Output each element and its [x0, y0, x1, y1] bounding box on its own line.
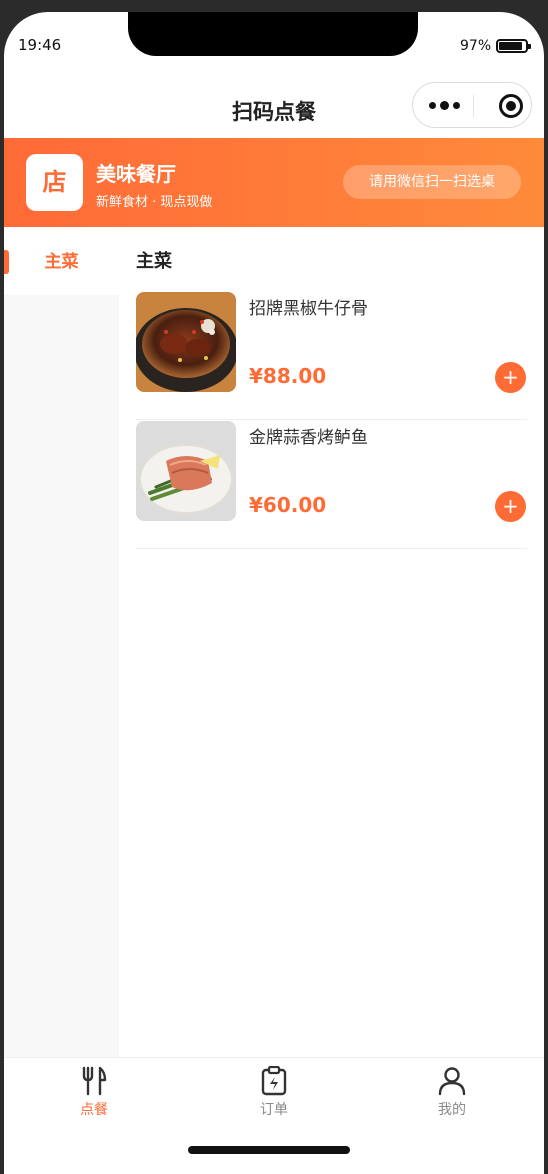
battery-icon — [496, 39, 531, 53]
clipboard-icon — [261, 1066, 287, 1096]
device-notch — [128, 12, 418, 56]
tab-order-food[interactable]: 点餐 — [34, 1066, 154, 1119]
shop-tagline: 新鲜食材 · 现点现做 — [96, 195, 213, 210]
section-title: 主菜 — [136, 251, 172, 272]
nav-bar: 扫码点餐 — [4, 82, 544, 138]
list-item[interactable]: 金牌蒜香烤鲈鱼 ¥60.00 + — [136, 421, 527, 549]
person-icon — [438, 1067, 466, 1096]
utensils-icon — [82, 1066, 107, 1096]
dish-name: 金牌蒜香烤鲈鱼 — [249, 428, 368, 448]
shop-banner: 店 美味餐厅 新鲜食材 · 现点现做 请用微信扫一扫选桌 — [4, 138, 544, 227]
home-indicator — [188, 1146, 350, 1154]
battery-percentage: 97% — [460, 38, 492, 54]
dish-name: 招牌黑椒牛仔骨 — [249, 299, 368, 319]
tab-orders[interactable]: 订单 — [214, 1066, 334, 1119]
sidebar-item-label: 主菜 — [44, 252, 79, 272]
shop-logo: 店 — [26, 154, 83, 211]
miniprogram-capsule — [412, 82, 532, 128]
list-item[interactable]: 招牌黑椒牛仔骨 ¥88.00 + — [136, 292, 527, 420]
tab-label: 点餐 — [80, 1102, 108, 1118]
active-indicator — [4, 250, 9, 274]
dish-price: ¥60.00 — [249, 493, 327, 517]
dish-price: ¥88.00 — [249, 364, 327, 388]
add-to-cart-button[interactable]: + — [495, 362, 526, 393]
menu-list: 主菜 招牌黑椒牛仔骨 ¥88.00 + 金牌蒜香烤鲈鱼 ¥60.00 + — [119, 227, 544, 1057]
sidebar-item-main-dishes[interactable]: 主菜 — [4, 227, 119, 295]
shop-name: 美味餐厅 — [96, 162, 176, 186]
tab-profile[interactable]: 我的 — [392, 1066, 512, 1119]
close-target-icon[interactable] — [499, 94, 523, 118]
scan-table-button[interactable]: 请用微信扫一扫选桌 — [343, 165, 521, 199]
more-icon[interactable] — [429, 101, 460, 110]
tab-bar: 点餐 订单 我的 — [4, 1057, 544, 1174]
dish-image-sea-bass — [136, 421, 236, 521]
phone-screen: 19:46 97% 扫码点餐 店 美味餐厅 新鲜食材 · 现点现做 请用微信扫一… — [4, 12, 544, 1174]
capsule-divider — [473, 95, 474, 117]
tab-label: 我的 — [438, 1102, 466, 1118]
add-to-cart-button[interactable]: + — [495, 491, 526, 522]
dish-image-beef-ribs — [136, 292, 236, 392]
status-time: 19:46 — [18, 36, 62, 54]
tab-label: 订单 — [260, 1102, 288, 1118]
category-sidebar: 主菜 — [4, 227, 119, 1057]
